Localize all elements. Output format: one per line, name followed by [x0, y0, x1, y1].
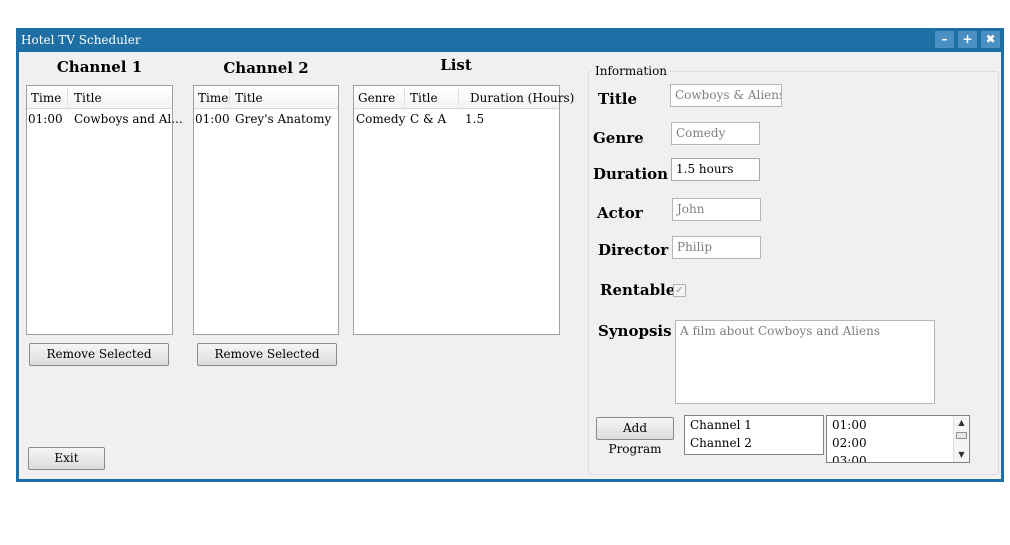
channel1-col-time[interactable]: Time [31, 91, 61, 105]
title-label: Title [598, 90, 638, 108]
duration-field[interactable]: 1.5 hours [671, 158, 760, 181]
synopsis-field[interactable]: A film about Cowboys and Aliens [675, 320, 935, 404]
actor-field[interactable]: John [672, 198, 761, 221]
row-time: 01:00 [28, 112, 63, 126]
channel1-listview[interactable]: Time Title 01:00 Cowboys and Al... [26, 85, 183, 335]
actor-label: Actor [597, 204, 643, 222]
title-field[interactable]: Cowboys & Aliens [670, 84, 782, 107]
list-col-duration[interactable]: Duration (Hours) [470, 91, 574, 105]
window-title: Hotel TV Scheduler [21, 33, 141, 47]
row-genre: Comedy [356, 112, 406, 126]
channel2-remove-button[interactable]: Remove Selected [197, 343, 337, 366]
exit-button[interactable]: Exit [28, 447, 105, 470]
time-select-list[interactable]: 01:00 02:00 03:00 ▲ ▼ [826, 415, 970, 463]
minimize-button[interactable]: – [935, 31, 954, 48]
row-title: C & A [410, 112, 447, 126]
information-group-label: Information [592, 64, 671, 78]
genre-label: Genre [593, 129, 644, 147]
channel1-remove-button[interactable]: Remove Selected [29, 343, 169, 366]
row-duration: 1.5 [465, 112, 485, 126]
app-window: Hotel TV Scheduler – + ✖ Channel 1 Time … [16, 28, 1004, 482]
row-title: Cowboys and Al... [74, 112, 183, 126]
scroll-thumb[interactable] [956, 432, 967, 439]
synopsis-label: Synopsis [598, 322, 672, 340]
time-option-3[interactable]: 03:00 [832, 454, 867, 462]
rentable-label: Rentable [600, 281, 676, 299]
time-list-scrollbar[interactable]: ▲ ▼ [953, 416, 969, 462]
list-column-header: Genre Title Duration (Hours) [354, 86, 574, 109]
time-option-1[interactable]: 01:00 [832, 418, 867, 432]
rentable-checkbox[interactable]: ✓ [673, 284, 686, 297]
table-row[interactable]: Comedy C & A 1.5 [354, 110, 559, 128]
channel-option-2[interactable]: Channel 2 [690, 436, 752, 450]
scroll-up-arrow-icon[interactable]: ▲ [954, 416, 969, 430]
title-bar[interactable]: Hotel TV Scheduler – + ✖ [16, 28, 1004, 52]
add-program-button[interactable]: Add Program [596, 417, 674, 456]
duration-label: Duration [593, 165, 669, 183]
channel2-column-header: Time Title [194, 86, 338, 109]
list-header: List [440, 56, 472, 74]
channel1-column-header: Time Title [27, 86, 172, 109]
client-area: Channel 1 Time Title 01:00 Cowboys and A… [19, 52, 1001, 479]
channel-select-list[interactable]: Channel 1 Channel 2 [684, 415, 824, 455]
list-col-genre[interactable]: Genre [358, 91, 395, 105]
channel2-listview[interactable]: Time Title 01:00 Grey's Anatomy [193, 85, 339, 335]
close-button[interactable]: ✖ [981, 31, 1000, 48]
scroll-down-arrow-icon[interactable]: ▼ [954, 448, 969, 462]
channel1-header: Channel 1 [56, 58, 143, 76]
list-col-title[interactable]: Title [410, 91, 438, 105]
maximize-button[interactable]: + [958, 31, 977, 48]
genre-field[interactable]: Comedy [671, 122, 760, 145]
check-icon: ✓ [675, 285, 684, 296]
director-label: Director [598, 241, 669, 259]
director-field[interactable]: Philip [672, 236, 761, 259]
channel-option-1[interactable]: Channel 1 [690, 418, 752, 432]
time-option-2[interactable]: 02:00 [832, 436, 867, 450]
channel1-col-title[interactable]: Title [74, 91, 102, 105]
table-row[interactable]: 01:00 Cowboys and Al... [27, 110, 183, 128]
channel2-header: Channel 2 [223, 59, 309, 77]
program-listview[interactable]: Genre Title Duration (Hours) Comedy C & … [353, 85, 574, 335]
row-time: 01:00 [195, 112, 230, 126]
channel2-col-title[interactable]: Title [235, 91, 263, 105]
table-row[interactable]: 01:00 Grey's Anatomy [194, 110, 338, 128]
row-title: Grey's Anatomy [235, 112, 332, 126]
channel2-col-time[interactable]: Time [198, 91, 228, 105]
